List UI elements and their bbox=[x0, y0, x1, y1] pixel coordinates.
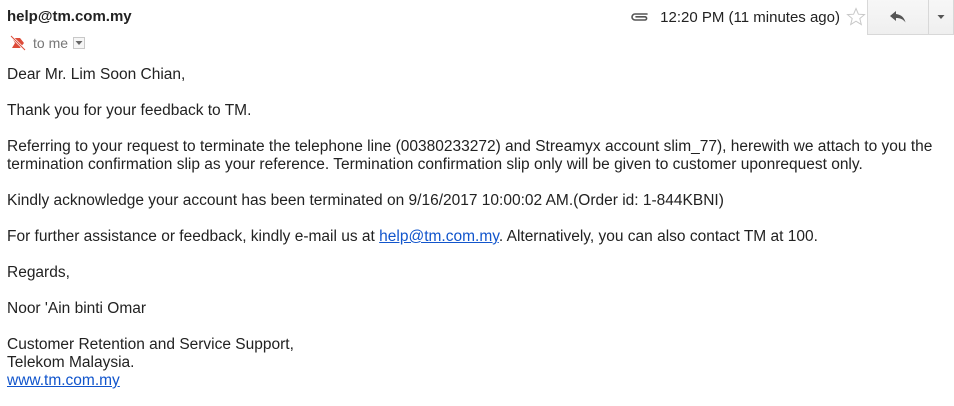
signature-block: Customer Retention and Service Support, … bbox=[7, 336, 947, 390]
message-body: Dear Mr. Lim Soon Chian, Thank you for y… bbox=[7, 66, 947, 390]
signer-name: Noor 'Ain binti Omar bbox=[7, 300, 147, 317]
greeting: Dear Mr. Lim Soon Chian, bbox=[7, 66, 186, 83]
sender-address[interactable]: help@tm.com.my bbox=[7, 8, 132, 25]
recipient-label: to me bbox=[33, 35, 69, 51]
message-meta: 12:20 PM (11 minutes ago) bbox=[628, 6, 866, 28]
reply-button[interactable] bbox=[867, 0, 929, 35]
more-actions-button[interactable] bbox=[929, 0, 954, 35]
signature-company: Telekom Malaysia. bbox=[7, 354, 135, 371]
message-header: help@tm.com.my to me 12:20 PM (11 minute… bbox=[0, 0, 954, 60]
paperclip-icon bbox=[628, 10, 650, 24]
message-time: 12:20 PM (11 minutes ago) bbox=[660, 8, 840, 26]
important-marker-icon[interactable] bbox=[9, 34, 27, 52]
acknowledge-paragraph: Kindly acknowledge your account has been… bbox=[7, 192, 724, 209]
signature-department: Customer Retention and Service Support, bbox=[7, 336, 294, 353]
chevron-down-icon bbox=[937, 15, 945, 19]
reply-button-group bbox=[867, 0, 954, 36]
website-link[interactable]: www.tm.com.my bbox=[7, 372, 947, 390]
help-email-link[interactable]: help@tm.com.my bbox=[379, 228, 499, 245]
thanks-line: Thank you for your feedback to TM. bbox=[7, 102, 252, 119]
recipient-row: to me bbox=[9, 33, 86, 53]
reply-arrow-icon bbox=[890, 11, 906, 23]
assistance-paragraph: For further assistance or feedback, kind… bbox=[7, 228, 947, 246]
star-icon[interactable] bbox=[846, 7, 866, 27]
assistance-text-before: For further assistance or feedback, kind… bbox=[7, 228, 380, 245]
show-details-button[interactable] bbox=[73, 37, 86, 49]
termination-paragraph: Referring to your request to terminate t… bbox=[7, 138, 933, 173]
chevron-down-icon bbox=[75, 41, 83, 45]
regards-line: Regards, bbox=[7, 264, 70, 281]
assistance-text-after: . Alternatively, you can also contact TM… bbox=[498, 228, 818, 245]
